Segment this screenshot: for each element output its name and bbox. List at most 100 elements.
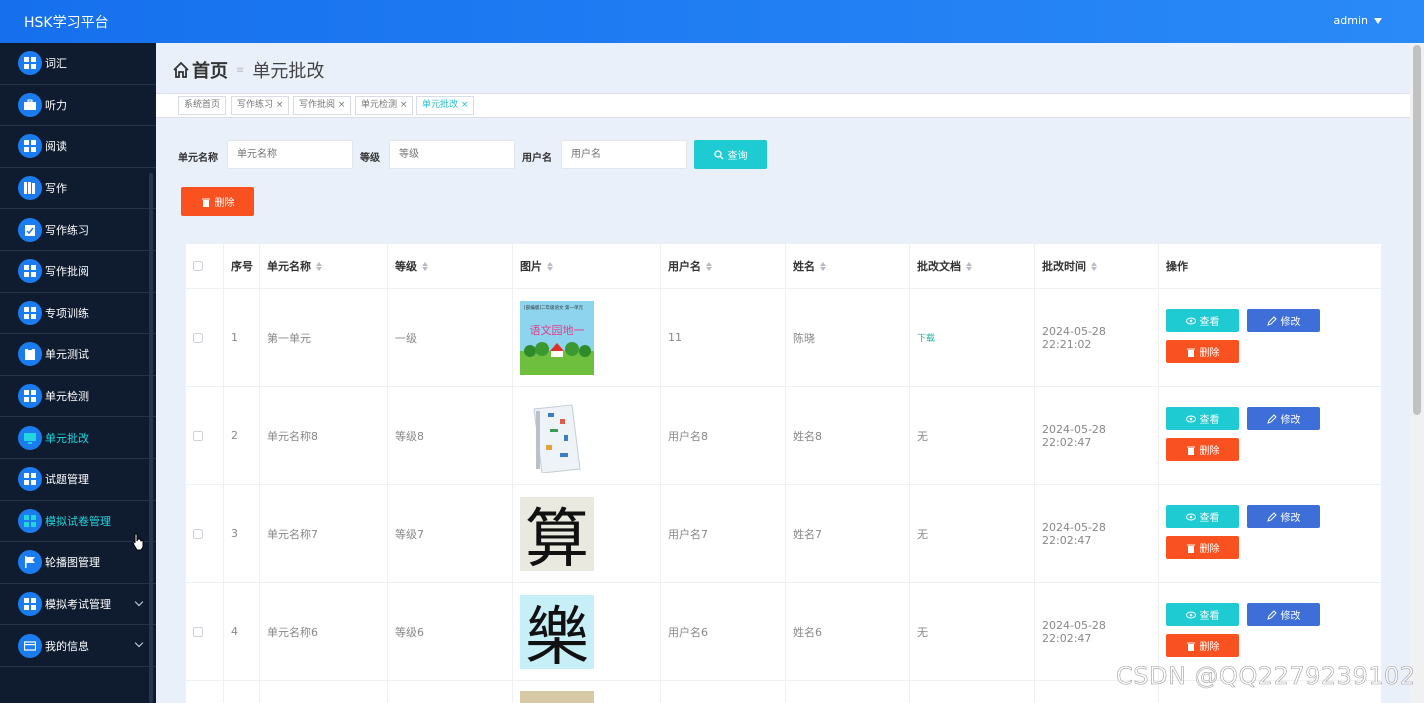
eye-icon: [1185, 317, 1196, 324]
top-bar: HSK学习平台 admin: [0, 0, 1424, 43]
cell-unit: 单元名称7: [260, 485, 388, 582]
eye-icon: [1185, 513, 1196, 520]
col-header-unit[interactable]: 单元名称: [260, 244, 388, 288]
grid-icon: [18, 467, 42, 492]
sidebar-item-question-mgmt[interactable]: 试题管理: [0, 459, 156, 501]
sidebar-item-label: 我的信息: [45, 639, 89, 653]
sidebar-scrollbar[interactable]: [149, 173, 153, 703]
col-header-image[interactable]: 图片: [513, 244, 661, 288]
col-header-doc[interactable]: 批改文档: [910, 244, 1035, 288]
sidebar-item-mock-exam-mgmt[interactable]: 模拟考试管理: [0, 584, 156, 626]
sidebar-item-special-training[interactable]: 专项训练: [0, 293, 156, 335]
sidebar-item-listening[interactable]: 听力: [0, 85, 156, 127]
cell-index: 3: [224, 485, 260, 582]
close-icon[interactable]: ×: [276, 100, 284, 110]
trash-icon: [1186, 544, 1195, 553]
close-icon[interactable]: ×: [400, 100, 408, 110]
sidebar-item-unit-check[interactable]: 单元检测: [0, 376, 156, 418]
tag-unit-check[interactable]: 单元检测 ×: [355, 96, 414, 115]
sidebar-item-label: 轮播图管理: [45, 556, 100, 570]
trash-icon: [1186, 642, 1195, 651]
view-button[interactable]: 查看: [1166, 505, 1239, 528]
watermark: CSDN @QQ2279239102: [1116, 662, 1416, 691]
sidebar-item-unit-test[interactable]: 单元测试: [0, 334, 156, 376]
download-link[interactable]: 下载: [917, 331, 935, 344]
row-checkbox[interactable]: [193, 332, 203, 343]
cover-image-partial[interactable]: [520, 691, 594, 703]
clipboard-check-icon: [18, 217, 42, 242]
edit-button[interactable]: 修改: [1247, 603, 1320, 626]
edit-button[interactable]: 修改: [1247, 407, 1320, 430]
sidebar-item-vocabulary[interactable]: 词汇: [0, 43, 156, 85]
sort-icon[interactable]: [966, 261, 972, 271]
sidebar-item-reading[interactable]: 阅读: [0, 126, 156, 168]
sort-icon[interactable]: [316, 261, 322, 271]
breadcrumb-home[interactable]: 首页: [172, 57, 228, 83]
monitor-icon: [18, 425, 42, 450]
user-menu[interactable]: admin: [1334, 14, 1382, 27]
sidebar-item-writing[interactable]: 写作: [0, 168, 156, 210]
level-input[interactable]: [389, 140, 515, 169]
cover-image-book[interactable]: [520, 398, 594, 473]
view-button[interactable]: 查看: [1166, 603, 1239, 626]
delete-button[interactable]: 删除: [1166, 634, 1239, 657]
character-image-le[interactable]: 樂: [520, 594, 594, 669]
sidebar-item-unit-grading[interactable]: 单元批改: [0, 417, 156, 459]
sidebar-item-label: 模拟试卷管理: [45, 514, 111, 528]
col-header-name[interactable]: 姓名: [786, 244, 910, 288]
sidebar-item-my-info[interactable]: 我的信息: [0, 625, 156, 667]
cell-index: 2: [224, 387, 260, 484]
cell-time: 2024-05-28 22:02:47: [1035, 387, 1159, 484]
page-scrollbar[interactable]: [1410, 43, 1424, 703]
grid-icon: [18, 259, 42, 284]
sort-icon[interactable]: [1091, 261, 1097, 271]
tag-writing-review[interactable]: 写作批阅 ×: [293, 96, 352, 115]
username-input[interactable]: [561, 140, 687, 169]
cover-image-yuwen[interactable]: [部编版]二年级语文 第一单元 语文园地一: [520, 300, 594, 375]
tag-system-home[interactable]: 系统首页: [178, 96, 227, 115]
tags-bar: 系统首页 写作练习 × 写作批阅 × 单元检测 × 单元批改 ×: [156, 93, 1410, 118]
cell-name: 姓名8: [786, 387, 910, 484]
sidebar-item-writing-review[interactable]: 写作批阅: [0, 251, 156, 293]
breadcrumb: 首页 ≡ 单元批改: [172, 57, 324, 83]
scrollbar-thumb[interactable]: [1413, 45, 1421, 415]
tag-writing-practice[interactable]: 写作练习 ×: [231, 96, 290, 115]
delete-button[interactable]: 删除: [1166, 438, 1239, 461]
cell-level: 等级6: [388, 583, 513, 680]
delete-button[interactable]: 删除: [1166, 536, 1239, 559]
sort-icon[interactable]: [422, 261, 428, 271]
search-icon: [713, 149, 723, 159]
sort-icon[interactable]: [820, 261, 826, 271]
col-header-time[interactable]: 批改时间: [1035, 244, 1159, 288]
edit-icon: [1266, 511, 1277, 522]
edit-icon: [1266, 609, 1277, 620]
delete-button[interactable]: 删除: [1166, 340, 1239, 363]
edit-button[interactable]: 修改: [1247, 309, 1320, 332]
cell-index: 4: [224, 583, 260, 680]
close-icon[interactable]: ×: [461, 100, 469, 110]
cell-level: 等级8: [388, 387, 513, 484]
tag-unit-grading[interactable]: 单元批改 ×: [416, 96, 475, 115]
edit-button[interactable]: 修改: [1247, 505, 1320, 528]
cell-unit: 单元名称8: [260, 387, 388, 484]
sort-icon[interactable]: [547, 261, 553, 271]
col-header-username[interactable]: 用户名: [661, 244, 786, 288]
cell-unit: 第一单元: [260, 289, 388, 386]
close-icon[interactable]: ×: [338, 100, 346, 110]
view-button[interactable]: 查看: [1166, 407, 1239, 430]
sidebar-item-writing-practice[interactable]: 写作练习: [0, 209, 156, 251]
sort-icon[interactable]: [706, 261, 712, 271]
query-button[interactable]: 查询: [694, 140, 767, 169]
unit-name-input[interactable]: [227, 140, 353, 169]
character-image-suan[interactable]: 算: [520, 496, 594, 571]
bulk-delete-button[interactable]: 删除: [181, 187, 254, 216]
grid-icon: [18, 384, 42, 409]
row-checkbox[interactable]: [193, 430, 203, 441]
sidebar-item-label: 单元检测: [45, 390, 89, 404]
col-header-level[interactable]: 等级: [388, 244, 513, 288]
row-checkbox[interactable]: [193, 528, 203, 539]
cell-doc: 无: [910, 583, 1035, 680]
select-all-checkbox[interactable]: [193, 261, 203, 271]
view-button[interactable]: 查看: [1166, 309, 1239, 332]
row-checkbox[interactable]: [193, 626, 203, 637]
